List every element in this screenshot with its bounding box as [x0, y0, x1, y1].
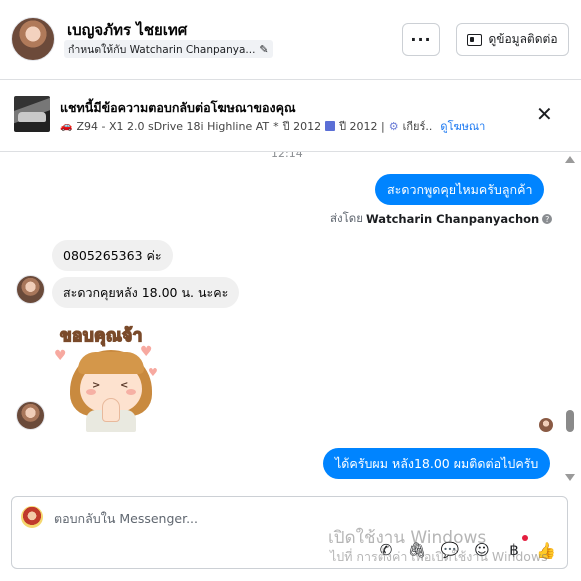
contact-avatar[interactable]	[11, 17, 55, 61]
heart-icon: ♥	[140, 344, 153, 360]
like-icon[interactable]: 👍	[536, 540, 556, 560]
view-ad-link[interactable]: ดูโฆษณา	[440, 117, 485, 135]
calendar-icon	[325, 121, 336, 131]
sent-by-name[interactable]: Watcharin Chanpanyachon	[366, 212, 539, 226]
emoji-icon[interactable]: ☺	[472, 540, 492, 560]
message-thread[interactable]: 12:14 สะดวกพูดคุยไหมครับลูกค้า ส่งโดย Wa…	[0, 152, 581, 488]
gear-icon: ⚙	[388, 119, 399, 133]
view-contact-info-label: ดูข้อมูลติดต่อ	[488, 32, 558, 46]
view-contact-info-button[interactable]: ดูข้อมูลติดต่อ	[456, 23, 569, 56]
ad-banner-title: แชทนี้มีข้อความตอบกลับต่อโฆษณาของคุณ	[60, 100, 296, 115]
sticker-blush	[86, 389, 96, 395]
scroll-down-arrow[interactable]	[565, 474, 575, 481]
ad-model: Z94 - X1 2.0 sDrive 18i Highline AT	[76, 119, 270, 133]
info-icon[interactable]: ?	[542, 214, 553, 224]
contact-message-avatar	[16, 275, 45, 304]
conversation-header: เบญจภัทร ไชยเทศ กำหนดให้กับ Watcharin Ch…	[0, 0, 581, 80]
ad-year-2: ปี 2012 |	[339, 120, 385, 133]
notification-dot	[522, 535, 528, 541]
sticker-hands	[102, 398, 120, 422]
attachment-icon[interactable]: 🖇	[407, 540, 427, 560]
saved-replies-icon[interactable]: 💬	[440, 540, 460, 560]
close-icon[interactable]: ✕	[536, 104, 553, 124]
ad-gear: เกียร์..	[402, 120, 433, 133]
ad-year-1: ปี 2012	[282, 120, 322, 133]
more-options-button[interactable]: ···	[402, 23, 440, 56]
sticker-caption: ขอบคุณจ้า	[59, 325, 143, 347]
outgoing-message[interactable]: สะดวกพูดคุยไหมครับลูกค้า	[375, 174, 545, 205]
incoming-message[interactable]: 0805265363 ค่ะ	[52, 240, 173, 271]
page-avatar	[21, 506, 43, 528]
ad-model-asterisk: *	[273, 119, 279, 133]
reply-input[interactable]	[54, 508, 354, 528]
ad-banner-details: 🚗 Z94 - X1 2.0 sDrive 18i Highline AT * ป…	[60, 117, 485, 135]
reply-composer[interactable]: ✆ 🖇 💬 ☺ ฿ 👍	[11, 496, 568, 569]
read-receipt-avatar	[539, 418, 553, 432]
contact-card-icon	[467, 33, 483, 46]
sticker-blush	[126, 389, 136, 395]
message-timestamp: 12:14	[271, 152, 303, 160]
car-icon: 🚗	[60, 120, 73, 132]
scrollbar-thumb[interactable]	[566, 410, 574, 432]
assignee-label: กำหนดให้กับ Watcharin Chanpanya...	[68, 43, 256, 56]
contact-name[interactable]: เบญจภัทร ไชยเทศ	[67, 18, 187, 42]
incoming-message[interactable]: สะดวกคุยหลัง 18.00 น. นะคะ	[52, 277, 240, 308]
outgoing-message[interactable]: ได้ครับผม หลัง18.00 ผมติดต่อไปครับ	[323, 448, 551, 479]
edit-pencil-icon[interactable]: ✎	[259, 43, 268, 56]
assignee-chip[interactable]: กำหนดให้กับ Watcharin Chanpanya... ✎	[64, 40, 273, 58]
scroll-up-arrow[interactable]	[565, 156, 575, 163]
sent-by-prefix: ส่งโดย	[330, 211, 364, 225]
ad-thumbnail	[14, 96, 50, 132]
sent-by-line: ส่งโดย Watcharin Chanpanyachon ?	[330, 210, 553, 228]
phone-icon[interactable]: ✆	[376, 540, 396, 560]
sticker-bangs	[78, 352, 144, 374]
thank-you-sticker[interactable]: ขอบคุณจ้า ♥ ♥ ♥ > <	[52, 322, 162, 432]
payment-icon[interactable]: ฿	[504, 540, 524, 560]
ad-reply-banner: แชทนี้มีข้อความตอบกลับต่อโฆษณาของคุณ 🚗 Z…	[0, 80, 581, 152]
contact-message-avatar	[16, 401, 45, 430]
heart-icon: ♥	[54, 348, 67, 364]
